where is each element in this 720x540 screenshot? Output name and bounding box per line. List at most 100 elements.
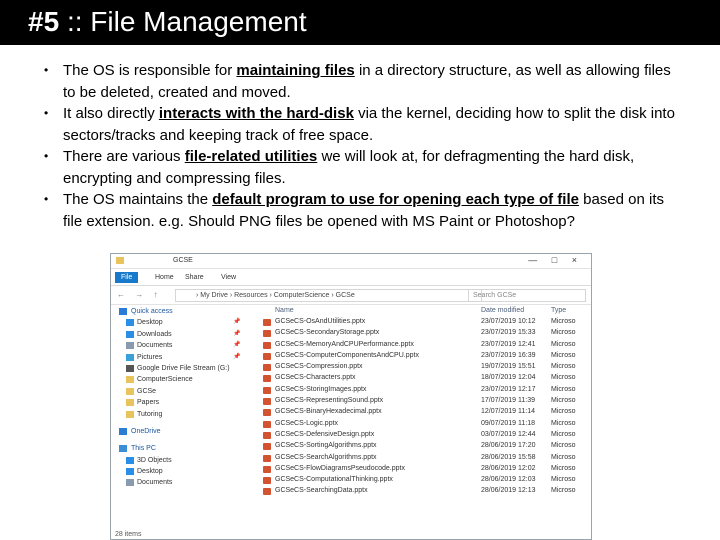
table-row[interactable]: GCSeCS-DefensiveDesign.pptx 03/07/2019 12… xyxy=(261,430,591,441)
file-type: Microso xyxy=(551,453,576,461)
bullet-item: The OS is responsible for maintaining fi… xyxy=(44,60,684,103)
title-label: File Management xyxy=(90,6,307,37)
nav-item-label: Tutoring xyxy=(137,410,163,418)
table-row[interactable]: GCSeCS-Logic.pptx 09/07/2019 11:18 Microso xyxy=(261,419,591,430)
nav-item[interactable]: GCSe xyxy=(111,386,246,397)
powerpoint-file-icon xyxy=(263,352,271,360)
powerpoint-file-icon xyxy=(263,477,271,485)
nav-item[interactable]: Google Drive File Stream (G:) xyxy=(111,363,246,374)
nav-item[interactable]: Papers xyxy=(111,397,246,408)
window-titlebar: GCSE — □ × xyxy=(111,254,591,269)
nav-item-label: GCSe xyxy=(137,387,157,395)
column-header-type[interactable]: Type xyxy=(551,307,566,314)
nav-item[interactable]: Downloads 📌 xyxy=(111,329,246,340)
table-row[interactable]: GCSeCS-SearchingData.pptx 28/06/2019 12:1… xyxy=(261,486,591,497)
nav-item-label: Downloads xyxy=(137,330,172,338)
table-row[interactable]: GCSeCS-StoringImages.pptx 23/07/2019 12:1… xyxy=(261,385,591,396)
search-input[interactable]: Search GCSe xyxy=(468,289,586,302)
cube-icon xyxy=(126,456,134,464)
nav-item[interactable]: OneDrive xyxy=(111,426,246,437)
file-date: 12/07/2019 11:14 xyxy=(481,408,535,416)
navigation-pane: Quick access Desktop 📌 Downloads 📌 Documents 📌… xyxy=(111,306,246,536)
nav-item[interactable]: Desktop xyxy=(111,466,246,477)
file-date: 03/07/2019 12:44 xyxy=(481,430,536,438)
nav-item-label: Desktop xyxy=(137,319,163,327)
table-row[interactable]: GCSeCS-Compression.pptx 19/07/2019 15:51 M… xyxy=(261,362,591,373)
table-row[interactable]: GCSeCS-Characters.pptx 18/07/2019 12:04 Mi… xyxy=(261,373,591,384)
table-row[interactable]: GCSeCS-OsAndUtilities.pptx 23/07/2019 10:… xyxy=(261,317,591,328)
nav-item[interactable]: ComputerScience xyxy=(111,374,246,385)
pin-icon: 📌 xyxy=(233,353,241,360)
address-bar[interactable]: › My Drive › Resources › ComputerScience… xyxy=(175,289,482,302)
table-row[interactable]: GCSeCS-SecondaryStorage.pptx 23/07/2019 1… xyxy=(261,328,591,339)
window-title: GCSE xyxy=(173,257,193,264)
table-row[interactable]: GCSeCS-BinaryHexadecimal.pptx 12/07/2019 … xyxy=(261,407,591,418)
nav-item[interactable]: Desktop 📌 xyxy=(111,317,246,328)
folder-icon xyxy=(126,387,134,395)
file-name: GCSeCS-StoringImages.pptx xyxy=(275,385,367,393)
nav-item[interactable]: Documents xyxy=(111,477,246,488)
file-date: 18/07/2019 12:04 xyxy=(481,374,536,382)
table-row[interactable]: GCSeCS-SortingAlgorithms.pptx 28/06/2019 … xyxy=(261,441,591,452)
file-name: GCSeCS-DefensiveDesign.pptx xyxy=(275,430,375,438)
file-date: 23/07/2019 10:12 xyxy=(481,318,536,325)
powerpoint-file-icon xyxy=(263,319,271,326)
file-date: 23/07/2019 16:39 xyxy=(481,351,536,359)
nav-item[interactable]: This PC xyxy=(111,443,246,454)
title-number: #5 xyxy=(28,6,60,37)
nav-item-label: This PC xyxy=(131,445,156,453)
download-icon xyxy=(126,330,134,338)
nav-item[interactable]: Tutoring xyxy=(111,409,246,420)
powerpoint-file-icon xyxy=(263,465,271,473)
table-row[interactable]: GCSeCS-MemoryAndCPUPerformance.pptx 23/07… xyxy=(261,340,591,351)
file-name: GCSeCS-SearchAlgorithms.pptx xyxy=(275,453,377,461)
window-controls[interactable]: — □ × xyxy=(528,255,583,265)
bullet-list: The OS is responsible for maintaining fi… xyxy=(44,60,684,232)
file-date: 17/07/2019 11:39 xyxy=(481,397,535,405)
bullet-highlight: maintaining files xyxy=(236,62,355,79)
file-type: Microso xyxy=(551,374,576,382)
table-row[interactable]: GCSeCS-ComputationalThinking.pptx 28/06/2… xyxy=(261,475,591,486)
folder-icon xyxy=(116,257,124,264)
nav-buttons[interactable]: ← → ↑ xyxy=(117,290,161,299)
nav-item[interactable]: 3D Objects xyxy=(111,455,246,466)
drive-icon xyxy=(126,364,134,372)
column-header-date-modified[interactable]: Date modified xyxy=(481,307,524,314)
title-separator: :: xyxy=(66,6,83,37)
file-name: GCSeCS-ComputationalThinking.pptx xyxy=(275,476,393,484)
column-header-name[interactable]: Name xyxy=(275,307,294,314)
bullet-item: The OS maintains the default program to … xyxy=(44,189,684,232)
file-list: Name Date modified Type GCSeCS-OsAndUtilit… xyxy=(261,307,591,537)
file-type: Microso xyxy=(551,487,576,495)
file-type: Microso xyxy=(551,419,576,427)
ribbon-tab-share[interactable]: Share xyxy=(179,272,210,283)
nav-item[interactable]: Documents 📌 xyxy=(111,340,246,351)
table-row[interactable]: GCSeCS-RepresentingSound.pptx 17/07/2019 … xyxy=(261,396,591,407)
nav-item[interactable]: Pictures 📌 xyxy=(111,352,246,363)
file-name: GCSeCS-FlowDiagramsPseudocode.pptx xyxy=(275,464,405,472)
file-date: 28/06/2019 12:13 xyxy=(481,487,536,495)
bullet-item: There are various file-related utilities… xyxy=(44,146,684,189)
ribbon-tab-home[interactable]: Home xyxy=(149,272,180,283)
file-name: GCSeCS-BinaryHexadecimal.pptx xyxy=(275,408,382,416)
nav-item-label: ComputerScience xyxy=(137,376,193,384)
ribbon-tab-view[interactable]: View xyxy=(215,272,242,283)
file-name: GCSeCS-SortingAlgorithms.pptx xyxy=(275,442,377,450)
file-name: GCSeCS-Compression.pptx xyxy=(275,363,363,371)
table-row[interactable]: GCSeCS-SearchAlgorithms.pptx 28/06/2019 1… xyxy=(261,453,591,464)
table-row[interactable]: GCSeCS-ComputerComponentsAndCPU.pptx 23/0… xyxy=(261,351,591,362)
ribbon-tab-file[interactable]: File xyxy=(115,272,139,283)
file-name: GCSeCS-Characters.pptx xyxy=(275,374,356,382)
file-type: Microso xyxy=(551,442,576,450)
file-type: Microso xyxy=(551,351,576,359)
nav-item-label: Documents xyxy=(137,342,173,350)
file-date: 19/07/2019 15:51 xyxy=(481,363,536,371)
bullet-highlight: default program to use for opening each … xyxy=(212,191,579,208)
nav-item[interactable]: Quick access xyxy=(111,306,246,317)
powerpoint-file-icon xyxy=(263,386,271,394)
documents-icon xyxy=(126,342,134,350)
file-type: Microso xyxy=(551,430,576,438)
file-name: GCSeCS-OsAndUtilities.pptx xyxy=(275,318,366,325)
table-row[interactable]: GCSeCS-FlowDiagramsPseudocode.pptx 28/06/… xyxy=(261,464,591,475)
file-name: GCSeCS-Logic.pptx xyxy=(275,419,339,427)
